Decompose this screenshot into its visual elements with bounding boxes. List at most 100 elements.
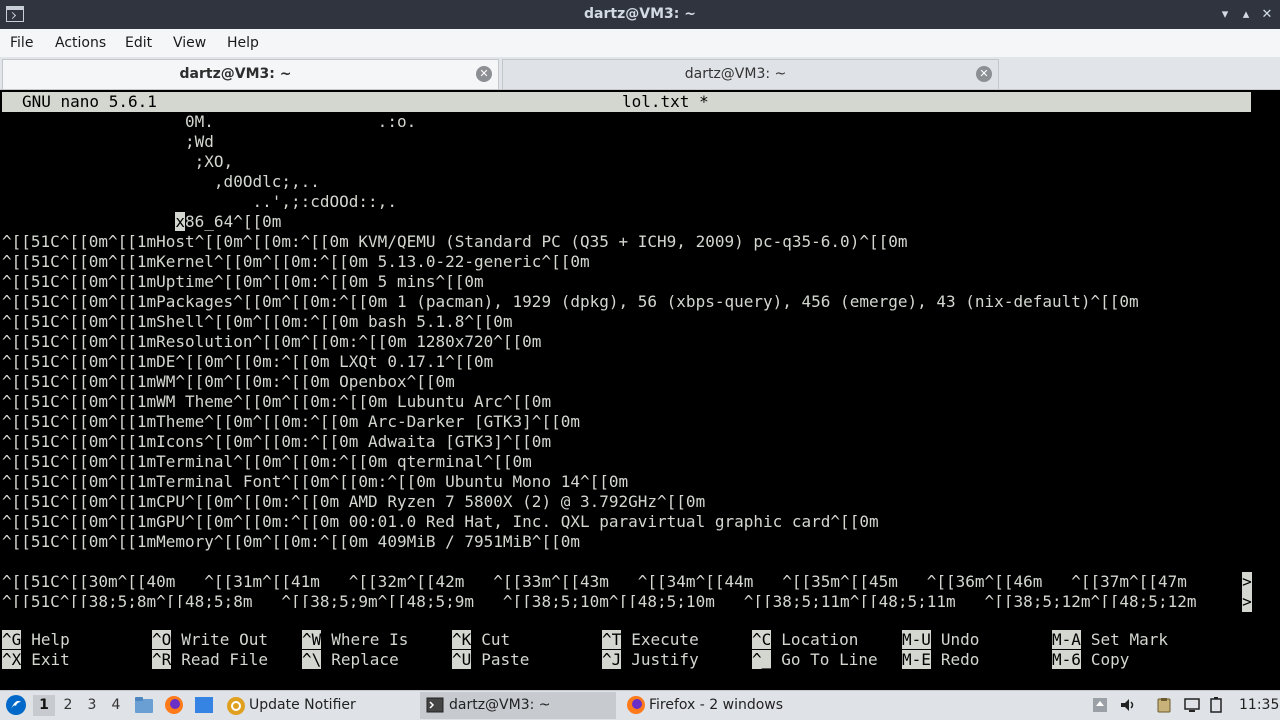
shortcut-redo[interactable]: M-E Redo (902, 650, 979, 670)
shortcut-key: ^W (302, 630, 322, 649)
close-window-button[interactable]: ✕ (1256, 0, 1278, 29)
lubuntu-logo-icon (6, 695, 26, 715)
clock[interactable]: 11:35 (1239, 691, 1279, 720)
shortcut-key: ^O (152, 630, 172, 649)
buffer-line (2, 552, 1252, 572)
shortcut-paste[interactable]: ^U Paste (452, 650, 529, 670)
line-truncation-marker: > (1242, 572, 1252, 592)
tab-label: dartz@VM3: ~ (684, 66, 787, 82)
shortcut-key: M-A (1052, 630, 1081, 649)
shortcut-write-out[interactable]: ^O Write Out (152, 630, 268, 650)
shortcut-label: Paste (481, 650, 530, 669)
shortcut-label: Execute (631, 630, 699, 649)
shortcut-key: ^G (2, 630, 22, 649)
buffer-line: ^[[51C^[[0m^[[1mShell^[[0m^[[0m:^[[0m ba… (2, 312, 513, 331)
shortcut-key: ^C (752, 630, 772, 649)
nano-header: GNU nano 5.6.1 lol.txt * (2, 92, 1251, 112)
menu-bar: File Actions Edit View Help (0, 29, 1280, 57)
close-tab-icon[interactable]: ✕ (976, 66, 992, 82)
nano-shortcut-bar: ^G Help ^O Write Out ^W Where Is ^K Cut ^T Ex… (2, 630, 1252, 670)
clipboard-icon[interactable] (1155, 697, 1173, 713)
editor-buffer[interactable]: 0M. .:o. ;Wd ;XO, ,d0Odlc;,.. ..',;:cdOO… (2, 112, 1252, 608)
tab-terminal-1[interactable]: dartz@VM3: ~ ✕ (2, 59, 499, 89)
window-titlebar: dartz@VM3: ~ ▾ ▴ ✕ (0, 0, 1280, 29)
buffer-line: ;XO, (2, 152, 234, 171)
shortcut-replace[interactable]: ^\ Replace (302, 650, 399, 670)
task-label: dartz@VM3: ~ (449, 697, 551, 713)
menu-view[interactable]: View (173, 29, 206, 57)
buffer-line: ^[[51C^[[0m^[[1mResolution^[[0m^[[0m:^[[… (2, 332, 542, 351)
cursor-line-rest: 86_64^[[0m (185, 212, 282, 231)
buffer-line: ^[[51C^[[0m^[[1mHost^[[0m^[[0m:^[[0m KVM… (2, 232, 908, 251)
tab-terminal-2[interactable]: dartz@VM3: ~ ✕ (502, 59, 999, 89)
shortcut-key: ^K (452, 630, 472, 649)
start-menu-button[interactable] (4, 691, 28, 720)
shortcut-help[interactable]: ^G Help (2, 630, 70, 650)
shortcut-read-file[interactable]: ^R Read File (152, 650, 268, 670)
volume-icon[interactable] (1119, 697, 1137, 713)
shortcut-undo[interactable]: M-U Undo (902, 630, 979, 650)
shortcut-key: ^\ (302, 650, 322, 669)
shortcut-go-to-line[interactable]: ^_ Go To Line (752, 650, 878, 670)
eject-icon[interactable] (1091, 697, 1109, 713)
buffer-line: ^[[51C^[[0m^[[1mIcons^[[0m^[[0m:^[[0m Ad… (2, 432, 552, 451)
maximize-button[interactable]: ▴ (1235, 0, 1257, 29)
task-update-notifier[interactable]: Update Notifier (222, 692, 412, 719)
shortcut-key: ^T (602, 630, 622, 649)
nano-filename: lol.txt * (622, 92, 709, 111)
shortcut-location[interactable]: ^C Location (752, 630, 858, 650)
shortcut-label: Help (31, 630, 70, 649)
desktop-3[interactable]: 3 (81, 695, 103, 716)
shortcut-label: Copy (1090, 650, 1130, 669)
shortcut-justify[interactable]: ^J Justify (602, 650, 699, 670)
taskbar: 1 2 3 4 Update Notifier dartz@VM3: ~ Fir… (0, 690, 1280, 720)
tab-label: dartz@VM3: ~ (179, 66, 292, 82)
desktop-4[interactable]: 4 (105, 695, 127, 716)
shortcut-execute[interactable]: ^T Execute (602, 630, 699, 650)
shortcut-key: M-E (902, 650, 931, 669)
buffer-line: ^[[51C^[[0m^[[1mTheme^[[0m^[[0m:^[[0m Ar… (2, 412, 580, 431)
task-terminal[interactable]: dartz@VM3: ~ (420, 692, 616, 719)
menu-actions[interactable]: Actions (55, 29, 106, 57)
shortcut-cut[interactable]: ^K Cut (452, 630, 510, 650)
buffer-line: ;Wd (2, 132, 214, 151)
shortcut-label: Where Is (331, 630, 409, 649)
shortcut-key: ^J (602, 650, 622, 669)
file-manager-icon[interactable] (134, 696, 154, 714)
menu-edit[interactable]: Edit (125, 29, 152, 57)
task-firefox[interactable]: Firefox - 2 windows (622, 692, 812, 719)
buffer-line-cursor: x86_64^[[0m (2, 212, 1252, 232)
shortcut-copy[interactable]: M-6 Copy (1052, 650, 1129, 670)
buffer-line: ^[[51C^[[0m^[[1mCPU^[[0m^[[0m:^[[0m AMD … (2, 492, 706, 511)
firefox-icon[interactable] (164, 695, 184, 715)
window-title: dartz@VM3: ~ (584, 6, 696, 22)
network-icon[interactable] (1183, 697, 1201, 713)
desktop-2[interactable]: 2 (57, 695, 79, 716)
buffer-line: ..',;:cdOOd::,. (2, 192, 397, 211)
shortcut-where-is[interactable]: ^W Where Is (302, 630, 408, 650)
task-label: Firefox - 2 windows (649, 697, 784, 713)
terminal-scrollbar[interactable] (1253, 90, 1280, 690)
shortcut-label: Justify (631, 650, 699, 669)
minimize-button[interactable]: ▾ (1214, 0, 1236, 29)
terminal-view[interactable]: GNU nano 5.6.1 lol.txt * 0M. .:o. ;Wd ;X… (0, 90, 1280, 690)
terminal-icon (426, 697, 444, 713)
update-notifier-icon (227, 697, 245, 715)
battery-icon[interactable] (1207, 697, 1225, 713)
shortcut-key: M-6 (1052, 650, 1081, 669)
buffer-line: 0M. .:o. (2, 112, 417, 131)
shortcut-label: Write Out (181, 630, 268, 649)
shortcut-label: Redo (940, 650, 980, 669)
task-label: Update Notifier (249, 697, 356, 713)
shortcut-exit[interactable]: ^X Exit (2, 650, 70, 670)
close-tab-icon[interactable]: ✕ (476, 66, 492, 82)
show-desktop-icon[interactable] (194, 696, 214, 714)
menu-file[interactable]: File (10, 29, 33, 57)
shortcut-label: Undo (940, 630, 980, 649)
menu-help[interactable]: Help (227, 29, 259, 57)
desktop-1[interactable]: 1 (33, 695, 55, 716)
shortcut-set-mark[interactable]: M-A Set Mark (1052, 630, 1168, 650)
shortcut-key: ^R (152, 650, 172, 669)
firefox-icon (627, 696, 645, 714)
